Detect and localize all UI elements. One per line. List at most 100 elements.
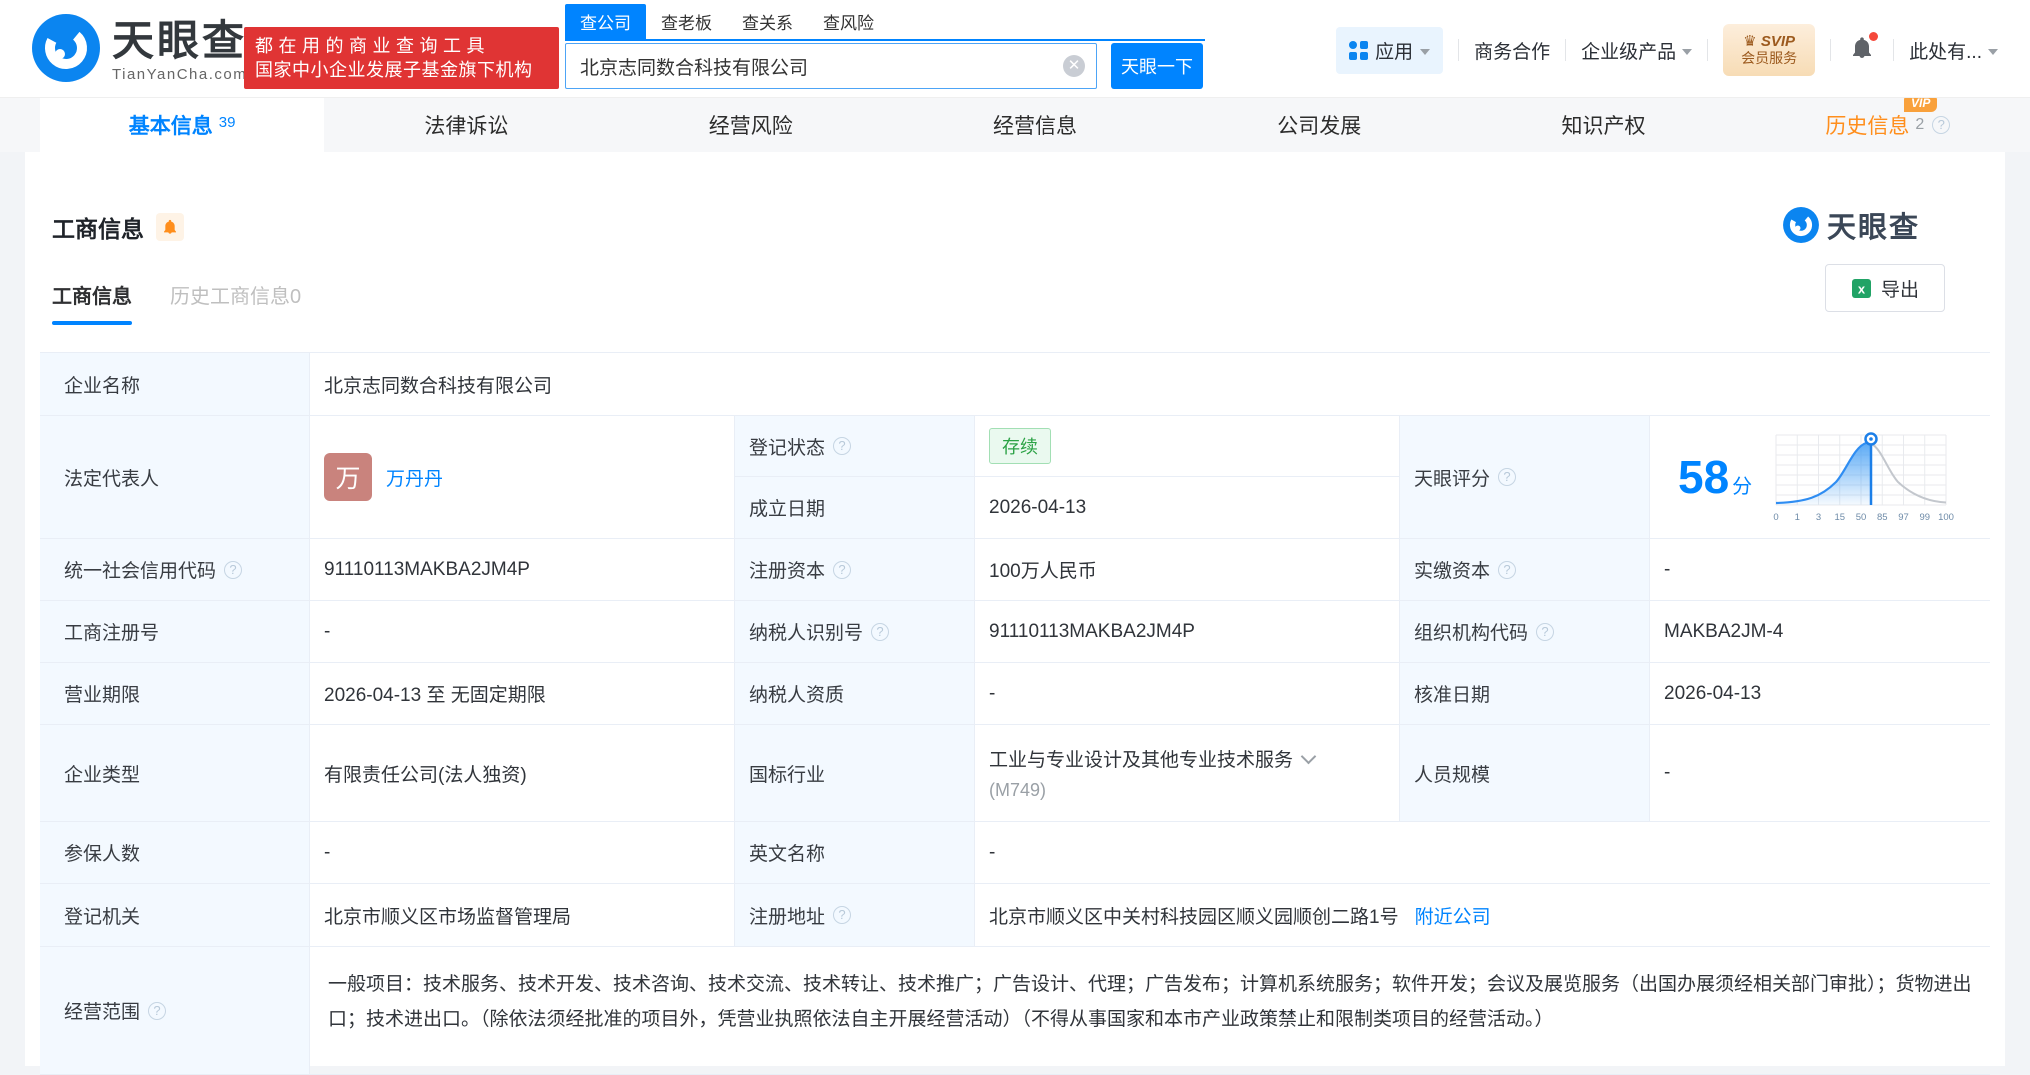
legal-rep-avatar[interactable]: 万 [324, 453, 372, 501]
company-name-value: 北京志同数合科技有限公司 [324, 375, 553, 397]
help-icon[interactable]: ? [833, 560, 852, 579]
establish-date-label: 成立日期 [735, 477, 975, 538]
tab-operation-info[interactable]: 经营信息 [893, 98, 1177, 152]
table-row: 工商注册号 - 纳税人识别号? 91110113MAKBA2JM4P 组织机构代… [40, 601, 1990, 663]
table-row: 营业期限 2026-04-13 至 无固定期限 纳税人资质 - 核准日期 202… [40, 663, 1990, 725]
apps-label: 应用 [1375, 41, 1414, 63]
credit-code-label-cell: 统一社会信用代码? [40, 539, 310, 600]
clear-icon[interactable]: ✕ [1063, 55, 1085, 77]
help-icon[interactable]: ? [1498, 560, 1517, 579]
tab-count: 2 [1915, 116, 1925, 133]
tianyancha-watermark: 天眼查 [1782, 204, 1920, 246]
reg-number-value: - [310, 601, 735, 662]
slogan-line1: 都在用的商业查询工具 [255, 36, 490, 56]
menu-enterprise[interactable]: 企业级产品 [1581, 37, 1693, 64]
tab-label: 历史信息 [1825, 115, 1910, 138]
reg-address-value: 北京市顺义区中关村科技园区顺义园顺创二路1号 [989, 906, 1399, 928]
menu-enterprise-label: 企业级产品 [1581, 41, 1677, 63]
help-icon[interactable]: ? [224, 560, 243, 579]
section-title: 工商信息 [52, 216, 144, 242]
search-tab-relation[interactable]: 查关系 [727, 4, 808, 39]
export-label: 导出 [1880, 279, 1919, 301]
business-scope-value: 一般项目：技术服务、技术开发、技术咨询、技术交流、技术转让、技术推广；广告设计、… [328, 974, 1972, 1030]
svg-text:50: 50 [1856, 512, 1867, 523]
tianyancha-logo[interactable]: 天眼查 TianYanCha.com [30, 12, 247, 89]
chevron-down-icon[interactable] [1300, 748, 1317, 764]
tab-basic-info[interactable]: 基本信息 39 [40, 98, 325, 152]
subtab-history-business-info[interactable]: 历史工商信息0 [170, 280, 301, 325]
taxpayer-quality-value: - [975, 663, 1400, 724]
reg-address-cell: 北京市顺义区中关村科技园区顺义园顺创二路1号 附近公司 [975, 884, 1990, 946]
tab-intellectual-property[interactable]: 知识产权 [1461, 98, 1745, 152]
chevron-down-icon [1420, 48, 1431, 55]
table-row: 法定代表人 万 万丹丹 登记状态 ? 存续 成立日期 2026-04-13 天眼… [40, 416, 1990, 539]
taxpayer-id-label-cell: 纳税人识别号? [735, 601, 975, 662]
search-tab-risk[interactable]: 查风险 [808, 4, 889, 39]
svg-text:3: 3 [1816, 512, 1821, 523]
business-info-table: 企业名称 北京志同数合科技有限公司 法定代表人 万 万丹丹 登记状态 ? 存续 [40, 352, 1990, 1075]
business-term-label: 营业期限 [40, 663, 310, 724]
search-tab-company[interactable]: 查公司 [565, 4, 646, 39]
company-type-label: 企业类型 [40, 725, 310, 821]
nearby-companies-link[interactable]: 附近公司 [1415, 902, 1491, 929]
subtab-business-info[interactable]: 工商信息 [52, 280, 132, 325]
search-area: 查公司 查老板 查关系 查风险 ✕ 天眼一下 [565, 4, 1205, 89]
business-scope-label-cell: 经营范围? [40, 947, 310, 1074]
svip-member-button[interactable]: ♛ SVIP 会员服务 [1723, 24, 1816, 76]
svip-sub-label: 会员服务 [1741, 50, 1798, 66]
industry-value: 工业与专业设计及其他专业技术服务 [989, 750, 1294, 771]
help-icon[interactable]: ? [1536, 622, 1555, 641]
reg-capital-label-cell: 注册资本? [735, 539, 975, 600]
table-row: 参保人数 - 英文名称 - [40, 822, 1990, 884]
business-term-value: 2026-04-13 至 无固定期限 [310, 663, 735, 724]
legal-rep-name-link[interactable]: 万丹丹 [386, 464, 443, 491]
reg-status-label-cell: 登记状态 ? [735, 416, 975, 476]
tab-operation-risk[interactable]: 经营风险 [609, 98, 893, 152]
search-input[interactable] [565, 43, 1097, 89]
help-icon[interactable]: ? [833, 906, 852, 924]
monitor-bell-icon[interactable] [156, 213, 184, 241]
search-button[interactable]: 天眼一下 [1111, 43, 1203, 89]
tab-history-info[interactable]: 历史信息 VIP 2 ? [1746, 94, 2030, 152]
approval-date-label: 核准日期 [1400, 663, 1650, 724]
svg-text:0: 0 [1774, 512, 1779, 523]
svg-text:15: 15 [1835, 512, 1846, 523]
score-cell: 58 分 0 1 3 15 50 85 97 99 100 [1650, 416, 1990, 538]
divider [1830, 39, 1832, 61]
svg-text:97: 97 [1898, 512, 1909, 523]
svg-text:100: 100 [1938, 512, 1954, 523]
divider [1707, 39, 1709, 61]
tab-legal-litigation[interactable]: 法律诉讼 [324, 98, 608, 152]
legal-rep-cell: 万 万丹丹 [310, 416, 735, 538]
user-menu[interactable]: 此处有... [1909, 37, 1998, 64]
industry-code: (M749) [989, 780, 1047, 800]
score-value: 58 [1678, 451, 1730, 503]
taxpayer-id-value: 91110113MAKBA2JM4P [975, 601, 1400, 662]
help-icon[interactable]: ? [833, 437, 852, 455]
menu-cooperation[interactable]: 商务合作 [1474, 37, 1550, 64]
logo-domain: TianYanCha.com [112, 66, 248, 83]
svg-text:x: x [1858, 281, 1866, 296]
top-header: 天眼查 TianYanCha.com 都在用的商业查询工具 国家中小企业发展子基… [0, 0, 2030, 98]
tab-company-development[interactable]: 公司发展 [1177, 98, 1461, 152]
company-type-value: 有限责任公司(法人独资) [310, 725, 735, 821]
table-row: 企业名称 北京志同数合科技有限公司 [40, 353, 1990, 416]
svg-text:99: 99 [1920, 512, 1931, 523]
help-icon[interactable]: ? [1498, 468, 1517, 486]
approval-date-value: 2026-04-13 [1664, 682, 1762, 704]
paid-capital-label-cell: 实缴资本? [1400, 539, 1650, 600]
export-button[interactable]: x 导出 [1825, 264, 1945, 312]
help-icon[interactable]: ? [148, 1001, 167, 1020]
credit-code-value: 91110113MAKBA2JM4P [310, 539, 735, 600]
svip-label: ♛ SVIP [1743, 33, 1796, 50]
staff-size-label: 人员规模 [1400, 725, 1650, 821]
taxpayer-quality-label: 纳税人资质 [735, 663, 975, 724]
chevron-down-icon [1682, 48, 1693, 55]
company-name-label: 企业名称 [40, 353, 310, 415]
help-icon[interactable]: ? [1932, 116, 1951, 134]
notification-bell-icon[interactable] [1850, 31, 1879, 65]
help-icon[interactable]: ? [871, 622, 890, 641]
establish-date-value: 2026-04-13 [989, 496, 1087, 518]
search-tab-boss[interactable]: 查老板 [646, 4, 727, 39]
apps-menu[interactable]: 应用 [1336, 26, 1444, 74]
